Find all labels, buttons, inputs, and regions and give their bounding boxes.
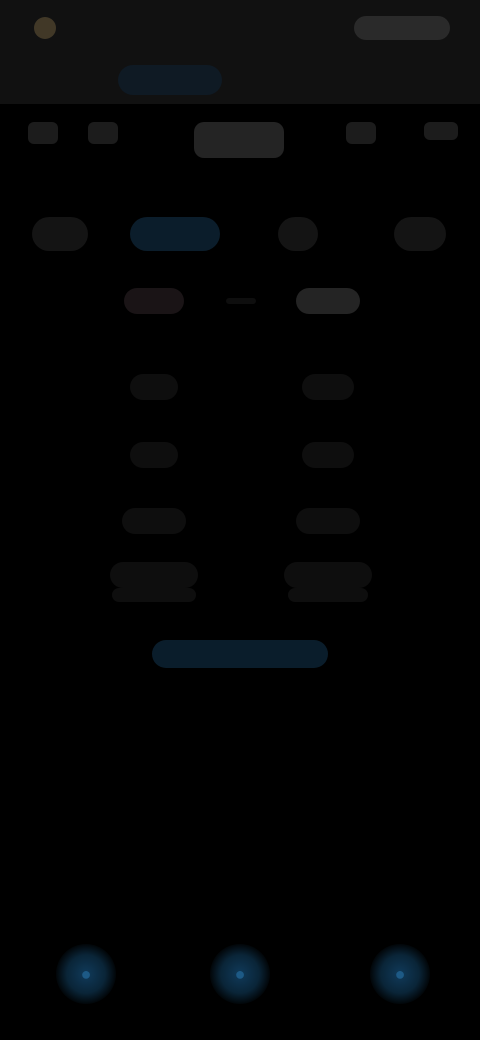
logo-icon [34,17,56,39]
circle-icon: ● [234,964,246,984]
filter-chip-2[interactable] [130,217,220,251]
filter-chip-1[interactable] [32,217,88,251]
primary-action-button[interactable] [152,640,328,668]
filter-chips [0,205,480,261]
filter-chip-4[interactable] [394,217,446,251]
bottom-nav-button-1[interactable]: ● [56,944,116,1004]
left-column-header[interactable] [124,288,184,314]
column-separator [226,298,256,304]
mode-tab-2[interactable] [118,65,222,95]
category-icon [28,122,58,144]
category-item-4[interactable] [346,122,376,154]
left-column-cell[interactable] [112,588,196,602]
app-header [0,0,480,104]
category-icon [194,122,284,158]
left-column-cell[interactable] [122,508,186,534]
category-item-1[interactable] [28,122,58,154]
circle-icon: ● [80,964,92,984]
header-top-row [0,0,480,56]
left-column-cell[interactable] [130,442,178,468]
right-column-cell[interactable] [284,562,372,588]
header-action-button[interactable] [354,16,450,40]
right-column-cell[interactable] [296,508,360,534]
left-column-cell[interactable] [110,562,198,588]
right-column-header[interactable] [296,288,360,314]
app-logo[interactable] [34,17,66,39]
bottom-nav-button-3[interactable]: ● [370,944,430,1004]
mode-tabs [0,56,480,104]
category-strip [0,112,480,192]
bottom-nav: ● ● ● [0,930,480,1020]
right-column-cell[interactable] [302,442,354,468]
left-column-cell[interactable] [130,374,178,400]
mode-tab-1[interactable] [26,65,98,95]
category-icon [346,122,376,144]
category-item-3[interactable] [194,122,284,168]
category-item-2[interactable] [88,122,118,154]
filter-chip-3[interactable] [278,217,318,251]
right-column-cell[interactable] [302,374,354,400]
bottom-nav-button-2[interactable]: ● [210,944,270,1004]
circle-icon: ● [394,964,406,984]
right-column-cell[interactable] [288,588,368,602]
category-item-5[interactable] [424,122,458,140]
category-icon [88,122,118,144]
category-icon [424,122,458,140]
